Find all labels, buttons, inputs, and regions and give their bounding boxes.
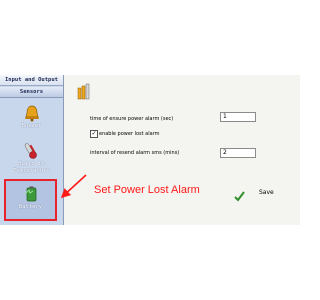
- save-button[interactable]: Save: [234, 187, 278, 202]
- annotation-text: Set Power Lost Alarm: [94, 184, 200, 196]
- ensure-alarm-label: time of ensure power alarm (sec): [90, 116, 174, 122]
- sidebar-item-temperature[interactable]: Build-in Temparature: [0, 141, 63, 175]
- battery-status-icon: [76, 83, 92, 101]
- enable-power-lost-checkbox[interactable]: ✓: [90, 130, 98, 138]
- thermometer-icon: [22, 141, 42, 161]
- sidebar-item-label: Battery: [18, 204, 43, 210]
- checkmark-icon: [234, 187, 245, 202]
- sidebar: Input and Output Sensors Buzzer Build-in…: [0, 75, 64, 225]
- sidebar-item-label: Buzzer: [21, 123, 42, 129]
- settings-panel: time of ensure power alarm (sec) 1 ✓ ena…: [64, 75, 300, 225]
- resend-interval-label: interval of resend alarm sms (mins): [90, 150, 180, 156]
- enable-power-lost-label: enable power lost alarm: [99, 131, 160, 137]
- sidebar-item-buzzer[interactable]: Buzzer: [0, 103, 63, 130]
- resend-interval-input[interactable]: 2: [220, 148, 256, 158]
- bell-icon: [22, 103, 42, 123]
- battery-icon: [21, 184, 41, 204]
- app-window: Input and Output Sensors Buzzer Build-in…: [0, 75, 300, 225]
- sidebar-section-input-output[interactable]: Input and Output: [0, 75, 63, 86]
- save-label: Save: [259, 189, 274, 196]
- ensure-alarm-input[interactable]: 1: [220, 112, 256, 122]
- sidebar-item-battery[interactable]: Battery: [4, 179, 57, 221]
- sidebar-section-sensors[interactable]: Sensors: [0, 87, 63, 98]
- sidebar-item-label: Build-in Temparature: [13, 161, 50, 174]
